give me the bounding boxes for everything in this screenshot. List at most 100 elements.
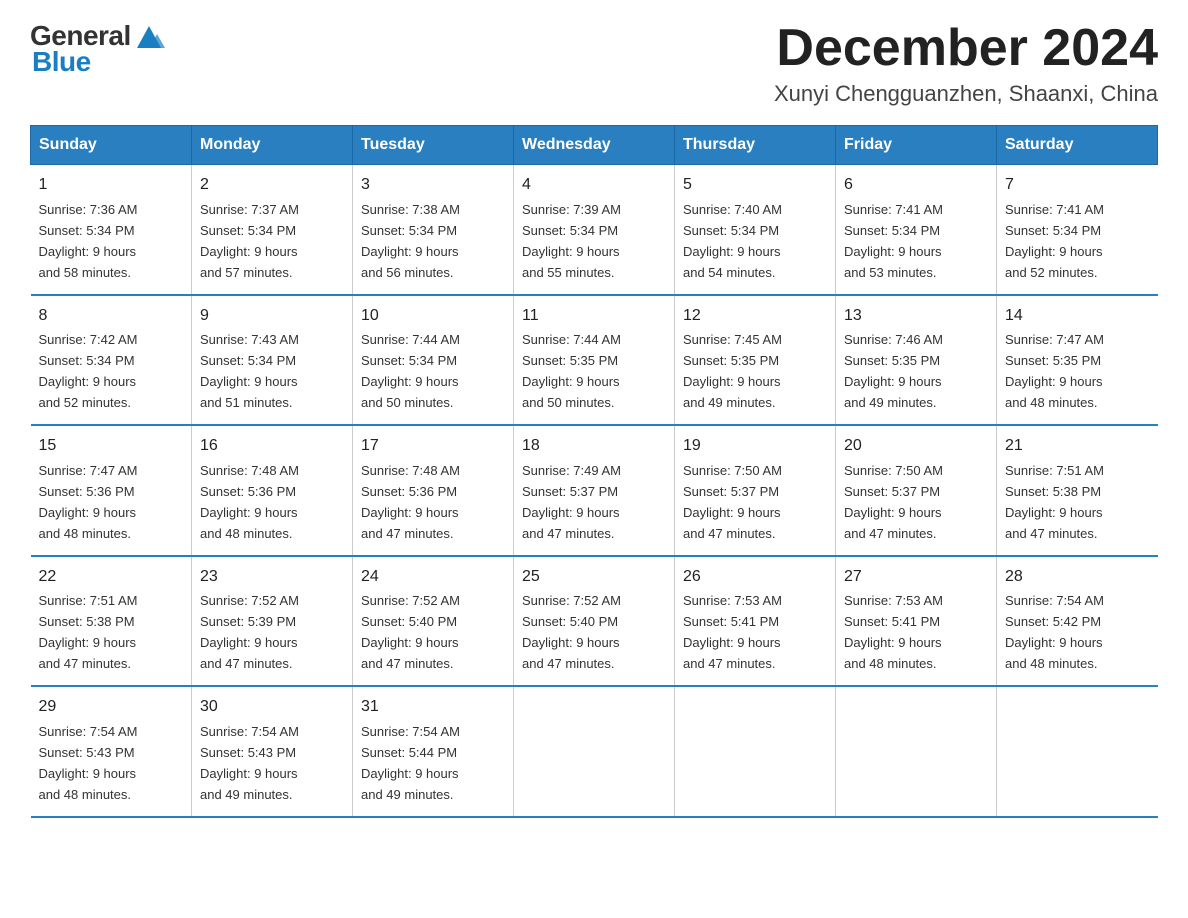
calendar-cell	[514, 686, 675, 816]
calendar-cell: 16 Sunrise: 7:48 AMSunset: 5:36 PMDayligh…	[192, 425, 353, 555]
calendar-cell: 21 Sunrise: 7:51 AMSunset: 5:38 PMDayligh…	[997, 425, 1158, 555]
day-number: 6	[844, 173, 988, 198]
calendar-cell: 19 Sunrise: 7:50 AMSunset: 5:37 PMDayligh…	[675, 425, 836, 555]
day-info: Sunrise: 7:54 AMSunset: 5:43 PMDaylight:…	[200, 724, 299, 802]
day-info: Sunrise: 7:41 AMSunset: 5:34 PMDaylight:…	[844, 202, 943, 280]
day-info: Sunrise: 7:48 AMSunset: 5:36 PMDaylight:…	[361, 463, 460, 541]
day-number: 4	[522, 173, 666, 198]
day-info: Sunrise: 7:43 AMSunset: 5:34 PMDaylight:…	[200, 332, 299, 410]
calendar-week-row: 8 Sunrise: 7:42 AMSunset: 5:34 PMDaylight…	[31, 295, 1158, 425]
calendar-table: SundayMondayTuesdayWednesdayThursdayFrid…	[30, 125, 1158, 817]
day-number: 15	[39, 434, 184, 459]
day-number: 27	[844, 565, 988, 590]
day-info: Sunrise: 7:48 AMSunset: 5:36 PMDaylight:…	[200, 463, 299, 541]
day-number: 21	[1005, 434, 1150, 459]
day-info: Sunrise: 7:40 AMSunset: 5:34 PMDaylight:…	[683, 202, 782, 280]
day-info: Sunrise: 7:52 AMSunset: 5:40 PMDaylight:…	[361, 593, 460, 671]
calendar-cell: 22Sunrise: 7:51 AMSunset: 5:38 PMDayligh…	[31, 556, 192, 686]
day-number: 13	[844, 304, 988, 329]
day-info: Sunrise: 7:50 AMSunset: 5:37 PMDaylight:…	[844, 463, 943, 541]
calendar-cell: 4 Sunrise: 7:39 AMSunset: 5:34 PMDaylight…	[514, 165, 675, 295]
header-friday: Friday	[836, 126, 997, 165]
calendar-cell: 30 Sunrise: 7:54 AMSunset: 5:43 PMDayligh…	[192, 686, 353, 816]
calendar-cell	[675, 686, 836, 816]
day-info: Sunrise: 7:39 AMSunset: 5:34 PMDaylight:…	[522, 202, 621, 280]
day-number: 1	[39, 173, 184, 198]
day-number: 30	[200, 695, 344, 720]
day-number: 3	[361, 173, 505, 198]
day-info: Sunrise: 7:45 AMSunset: 5:35 PMDaylight:…	[683, 332, 782, 410]
calendar-cell: 18 Sunrise: 7:49 AMSunset: 5:37 PMDayligh…	[514, 425, 675, 555]
calendar-cell: 1Sunrise: 7:36 AMSunset: 5:34 PMDaylight…	[31, 165, 192, 295]
header-sunday: Sunday	[31, 126, 192, 165]
day-number: 9	[200, 304, 344, 329]
calendar-cell: 26 Sunrise: 7:53 AMSunset: 5:41 PMDayligh…	[675, 556, 836, 686]
day-number: 7	[1005, 173, 1150, 198]
day-info: Sunrise: 7:37 AMSunset: 5:34 PMDaylight:…	[200, 202, 299, 280]
header-thursday: Thursday	[675, 126, 836, 165]
logo-text-blue: Blue	[32, 46, 91, 78]
day-number: 14	[1005, 304, 1150, 329]
calendar-cell: 13 Sunrise: 7:46 AMSunset: 5:35 PMDayligh…	[836, 295, 997, 425]
page-title: December 2024	[774, 20, 1158, 77]
day-info: Sunrise: 7:52 AMSunset: 5:40 PMDaylight:…	[522, 593, 621, 671]
header-monday: Monday	[192, 126, 353, 165]
calendar-cell: 31 Sunrise: 7:54 AMSunset: 5:44 PMDayligh…	[353, 686, 514, 816]
header-tuesday: Tuesday	[353, 126, 514, 165]
day-info: Sunrise: 7:50 AMSunset: 5:37 PMDaylight:…	[683, 463, 782, 541]
day-info: Sunrise: 7:42 AMSunset: 5:34 PMDaylight:…	[39, 332, 138, 410]
day-number: 28	[1005, 565, 1150, 590]
calendar-week-row: 22Sunrise: 7:51 AMSunset: 5:38 PMDayligh…	[31, 556, 1158, 686]
day-number: 24	[361, 565, 505, 590]
calendar-cell: 27 Sunrise: 7:53 AMSunset: 5:41 PMDayligh…	[836, 556, 997, 686]
calendar-cell: 25Sunrise: 7:52 AMSunset: 5:40 PMDayligh…	[514, 556, 675, 686]
day-number: 31	[361, 695, 505, 720]
title-area: December 2024 Xunyi Chengguanzhen, Shaan…	[774, 20, 1158, 107]
calendar-week-row: 29 Sunrise: 7:54 AMSunset: 5:43 PMDayligh…	[31, 686, 1158, 816]
day-number: 19	[683, 434, 827, 459]
day-number: 26	[683, 565, 827, 590]
day-number: 16	[200, 434, 344, 459]
logo-icon	[133, 20, 165, 52]
day-info: Sunrise: 7:46 AMSunset: 5:35 PMDaylight:…	[844, 332, 943, 410]
day-info: Sunrise: 7:54 AMSunset: 5:42 PMDaylight:…	[1005, 593, 1104, 671]
logo: General Blue	[30, 20, 165, 78]
calendar-cell: 24 Sunrise: 7:52 AMSunset: 5:40 PMDayligh…	[353, 556, 514, 686]
day-info: Sunrise: 7:47 AMSunset: 5:36 PMDaylight:…	[39, 463, 138, 541]
day-info: Sunrise: 7:47 AMSunset: 5:35 PMDaylight:…	[1005, 332, 1104, 410]
calendar-header-row: SundayMondayTuesdayWednesdayThursdayFrid…	[31, 126, 1158, 165]
page-header: General Blue December 2024 Xunyi Chenggu…	[30, 20, 1158, 107]
day-number: 22	[39, 565, 184, 590]
calendar-cell: 2 Sunrise: 7:37 AMSunset: 5:34 PMDaylight…	[192, 165, 353, 295]
day-info: Sunrise: 7:49 AMSunset: 5:37 PMDaylight:…	[522, 463, 621, 541]
calendar-week-row: 1Sunrise: 7:36 AMSunset: 5:34 PMDaylight…	[31, 165, 1158, 295]
day-number: 10	[361, 304, 505, 329]
calendar-cell: 9 Sunrise: 7:43 AMSunset: 5:34 PMDaylight…	[192, 295, 353, 425]
header-saturday: Saturday	[997, 126, 1158, 165]
day-info: Sunrise: 7:53 AMSunset: 5:41 PMDaylight:…	[683, 593, 782, 671]
day-info: Sunrise: 7:53 AMSunset: 5:41 PMDaylight:…	[844, 593, 943, 671]
calendar-cell: 14 Sunrise: 7:47 AMSunset: 5:35 PMDayligh…	[997, 295, 1158, 425]
day-number: 2	[200, 173, 344, 198]
day-info: Sunrise: 7:51 AMSunset: 5:38 PMDaylight:…	[1005, 463, 1104, 541]
day-number: 18	[522, 434, 666, 459]
day-info: Sunrise: 7:54 AMSunset: 5:43 PMDaylight:…	[39, 724, 138, 802]
day-number: 12	[683, 304, 827, 329]
day-number: 11	[522, 304, 666, 329]
day-info: Sunrise: 7:41 AMSunset: 5:34 PMDaylight:…	[1005, 202, 1104, 280]
day-info: Sunrise: 7:54 AMSunset: 5:44 PMDaylight:…	[361, 724, 460, 802]
calendar-week-row: 15 Sunrise: 7:47 AMSunset: 5:36 PMDayligh…	[31, 425, 1158, 555]
day-number: 29	[39, 695, 184, 720]
day-number: 23	[200, 565, 344, 590]
calendar-cell: 7 Sunrise: 7:41 AMSunset: 5:34 PMDaylight…	[997, 165, 1158, 295]
calendar-cell: 28 Sunrise: 7:54 AMSunset: 5:42 PMDayligh…	[997, 556, 1158, 686]
day-number: 5	[683, 173, 827, 198]
calendar-cell: 29 Sunrise: 7:54 AMSunset: 5:43 PMDayligh…	[31, 686, 192, 816]
calendar-cell: 20Sunrise: 7:50 AMSunset: 5:37 PMDayligh…	[836, 425, 997, 555]
day-number: 17	[361, 434, 505, 459]
calendar-cell: 15 Sunrise: 7:47 AMSunset: 5:36 PMDayligh…	[31, 425, 192, 555]
calendar-cell: 6 Sunrise: 7:41 AMSunset: 5:34 PMDaylight…	[836, 165, 997, 295]
day-number: 8	[39, 304, 184, 329]
calendar-cell: 17 Sunrise: 7:48 AMSunset: 5:36 PMDayligh…	[353, 425, 514, 555]
header-wednesday: Wednesday	[514, 126, 675, 165]
